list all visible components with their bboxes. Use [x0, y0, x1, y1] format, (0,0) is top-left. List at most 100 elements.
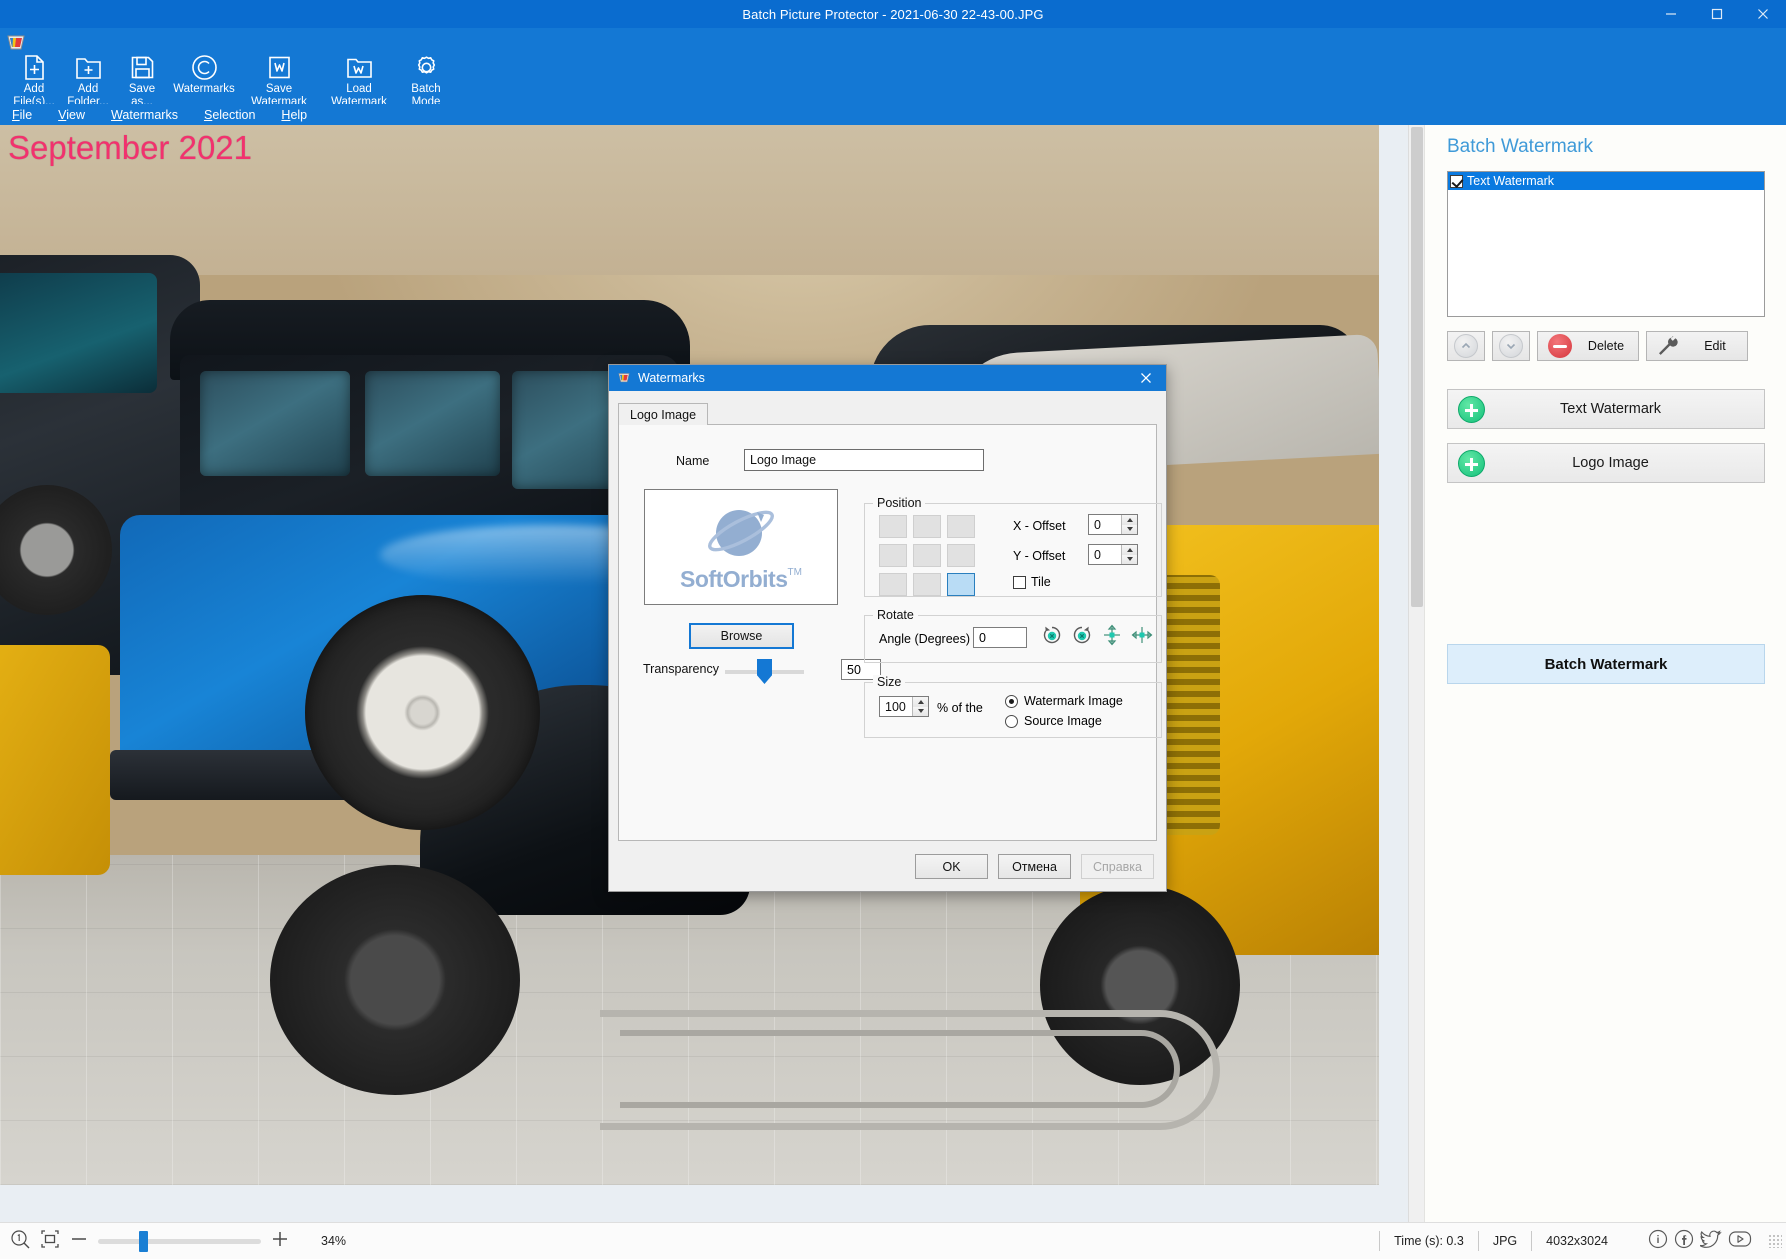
flip-horizontal-icon[interactable] — [1131, 624, 1153, 651]
ok-button[interactable]: OK — [915, 854, 988, 879]
social-links — [1622, 1229, 1768, 1254]
toolbar-save-watermark[interactable]: Save Watermark — [240, 54, 318, 109]
car-blue-window-mid — [365, 371, 500, 476]
sidebar-title: Batch Watermark — [1447, 136, 1594, 157]
add-text-watermark-button[interactable]: Text Watermark — [1447, 389, 1765, 429]
softorbits-wordmark: SoftOrbits — [680, 565, 788, 592]
menu-bar: FFileile View Watermarks Selection Help — [0, 104, 1786, 126]
menu-item-file[interactable]: FFileile — [12, 108, 32, 122]
stepper-up-icon[interactable] — [1121, 545, 1137, 555]
youtube-icon[interactable] — [1728, 1229, 1752, 1254]
info-icon[interactable] — [1648, 1229, 1668, 1254]
browse-button[interactable]: Browse — [689, 623, 794, 649]
radio-icon[interactable] — [1005, 694, 1018, 708]
toolbar-watermarks[interactable]: Watermarks — [170, 54, 238, 96]
position-cell-bottom-right[interactable] — [947, 573, 975, 596]
add-logo-image-button[interactable]: Logo Image — [1447, 443, 1765, 483]
move-up-button[interactable] — [1447, 331, 1485, 361]
toolbar-item-label: Watermarks — [173, 83, 235, 95]
save-watermark-icon — [267, 54, 292, 81]
minimize-icon[interactable] — [1648, 0, 1694, 28]
zoom-actual-size-icon[interactable] — [10, 1229, 30, 1254]
menu-item-help[interactable]: Help — [281, 108, 307, 122]
watermark-list[interactable]: Text Watermark — [1447, 171, 1765, 317]
size-group-label: Size — [873, 675, 906, 689]
canvas-vertical-scrollbar[interactable] — [1408, 125, 1424, 1222]
radio-icon[interactable] — [1005, 714, 1018, 728]
close-icon[interactable] — [1126, 365, 1166, 391]
stepper-down-icon[interactable] — [912, 706, 928, 716]
menu-item-selection[interactable]: Selection — [204, 108, 255, 122]
x-offset-arrows[interactable] — [1121, 515, 1137, 534]
plus-circle-icon — [1458, 395, 1485, 423]
y-offset-arrows[interactable] — [1121, 545, 1137, 564]
menu-item-view[interactable]: View — [58, 108, 85, 122]
toolbar-save-as[interactable]: Save as... — [116, 54, 168, 109]
menu-item-watermarks[interactable]: Watermarks — [111, 108, 178, 122]
toolbar-load-watermark[interactable]: Load Watermark — [320, 54, 398, 109]
angle-input[interactable]: 0 — [973, 627, 1027, 648]
position-cell-bottom-center[interactable] — [913, 573, 941, 596]
name-input[interactable]: Logo Image — [744, 449, 984, 471]
position-cell-top-center[interactable] — [913, 515, 941, 538]
position-cell-top-left[interactable] — [879, 515, 907, 538]
x-offset-stepper[interactable]: 0 — [1088, 514, 1138, 535]
zoom-slider-thumb[interactable] — [139, 1230, 148, 1252]
zoom-in-icon[interactable] — [271, 1230, 289, 1253]
load-watermark-icon — [346, 54, 373, 81]
radio-source-image[interactable]: Source Image — [1005, 711, 1123, 731]
zoom-controls: 34% — [0, 1229, 346, 1254]
stepper-up-icon[interactable] — [912, 697, 928, 707]
checkbox-icon[interactable] — [1013, 575, 1026, 589]
position-cell-bottom-left[interactable] — [879, 573, 907, 596]
zoom-slider[interactable] — [98, 1230, 261, 1252]
size-percent-stepper[interactable]: 100 — [879, 696, 929, 717]
help-button[interactable]: Справка — [1081, 854, 1154, 879]
watermark-overlay-text: September 2021 — [8, 129, 253, 166]
toolbar-add-folder[interactable]: Add Folder... — [62, 54, 114, 109]
position-cell-top-right[interactable] — [947, 515, 975, 538]
cancel-button[interactable]: Отмена — [998, 854, 1071, 879]
twitter-icon[interactable] — [1699, 1229, 1722, 1254]
list-item[interactable]: Text Watermark — [1448, 172, 1764, 190]
transparency-slider-thumb[interactable] — [757, 659, 772, 684]
toolbar-add-files[interactable]: Add File(s)... — [8, 54, 60, 109]
rotate-group-label: Rotate — [873, 608, 918, 622]
rotate-left-icon[interactable] — [1041, 624, 1063, 651]
stepper-down-icon[interactable] — [1121, 524, 1137, 534]
y-offset-stepper[interactable]: 0 — [1088, 544, 1138, 565]
y-offset-label: Y - Offset — [1013, 549, 1066, 563]
checkbox-icon[interactable] — [1450, 174, 1463, 188]
radio-watermark-image[interactable]: Watermark Image — [1005, 691, 1123, 711]
flip-vertical-icon[interactable] — [1101, 624, 1123, 651]
facebook-icon[interactable] — [1674, 1229, 1694, 1254]
delete-button[interactable]: Delete — [1537, 331, 1639, 361]
add-text-watermark-label: Text Watermark — [1560, 401, 1661, 417]
car-blue-front-wheel — [305, 595, 540, 830]
position-grid[interactable] — [879, 515, 975, 596]
maximize-icon[interactable] — [1694, 0, 1740, 28]
position-cell-middle-center[interactable] — [913, 544, 941, 567]
position-group: Position X - Offset 0 Y - Offset 0 Tile — [864, 496, 1162, 597]
size-stepper-arrows[interactable] — [912, 697, 928, 716]
batch-watermark-sidebar: Batch Watermark Text Watermark Delete Ed… — [1424, 125, 1786, 1222]
move-down-button[interactable] — [1492, 331, 1530, 361]
status-right: Time (s): 0.3 JPG 4032x3024 — [1379, 1223, 1786, 1259]
zoom-out-icon[interactable] — [70, 1230, 88, 1253]
toolbar-batch-mode[interactable]: Batch Mode — [400, 54, 452, 109]
resize-grip-icon[interactable] — [1768, 1234, 1782, 1248]
fit-to-window-icon[interactable] — [40, 1229, 60, 1254]
close-icon[interactable] — [1740, 0, 1786, 28]
rotate-right-icon[interactable] — [1071, 624, 1093, 651]
position-cell-middle-left[interactable] — [879, 544, 907, 567]
stepper-up-icon[interactable] — [1121, 515, 1137, 525]
tile-checkbox-row[interactable]: Tile — [1013, 575, 1051, 589]
toolbar: Add File(s)... Add Folder... Save as... … — [0, 28, 1786, 114]
position-cell-middle-right[interactable] — [947, 544, 975, 567]
scrollbar-thumb[interactable] — [1411, 127, 1423, 607]
edit-button[interactable]: Edit — [1646, 331, 1748, 361]
stepper-down-icon[interactable] — [1121, 554, 1137, 564]
batch-watermark-button[interactable]: Batch Watermark — [1447, 644, 1765, 684]
plus-circle-icon — [1458, 449, 1485, 477]
tab-logo-image[interactable]: Logo Image — [618, 403, 709, 426]
